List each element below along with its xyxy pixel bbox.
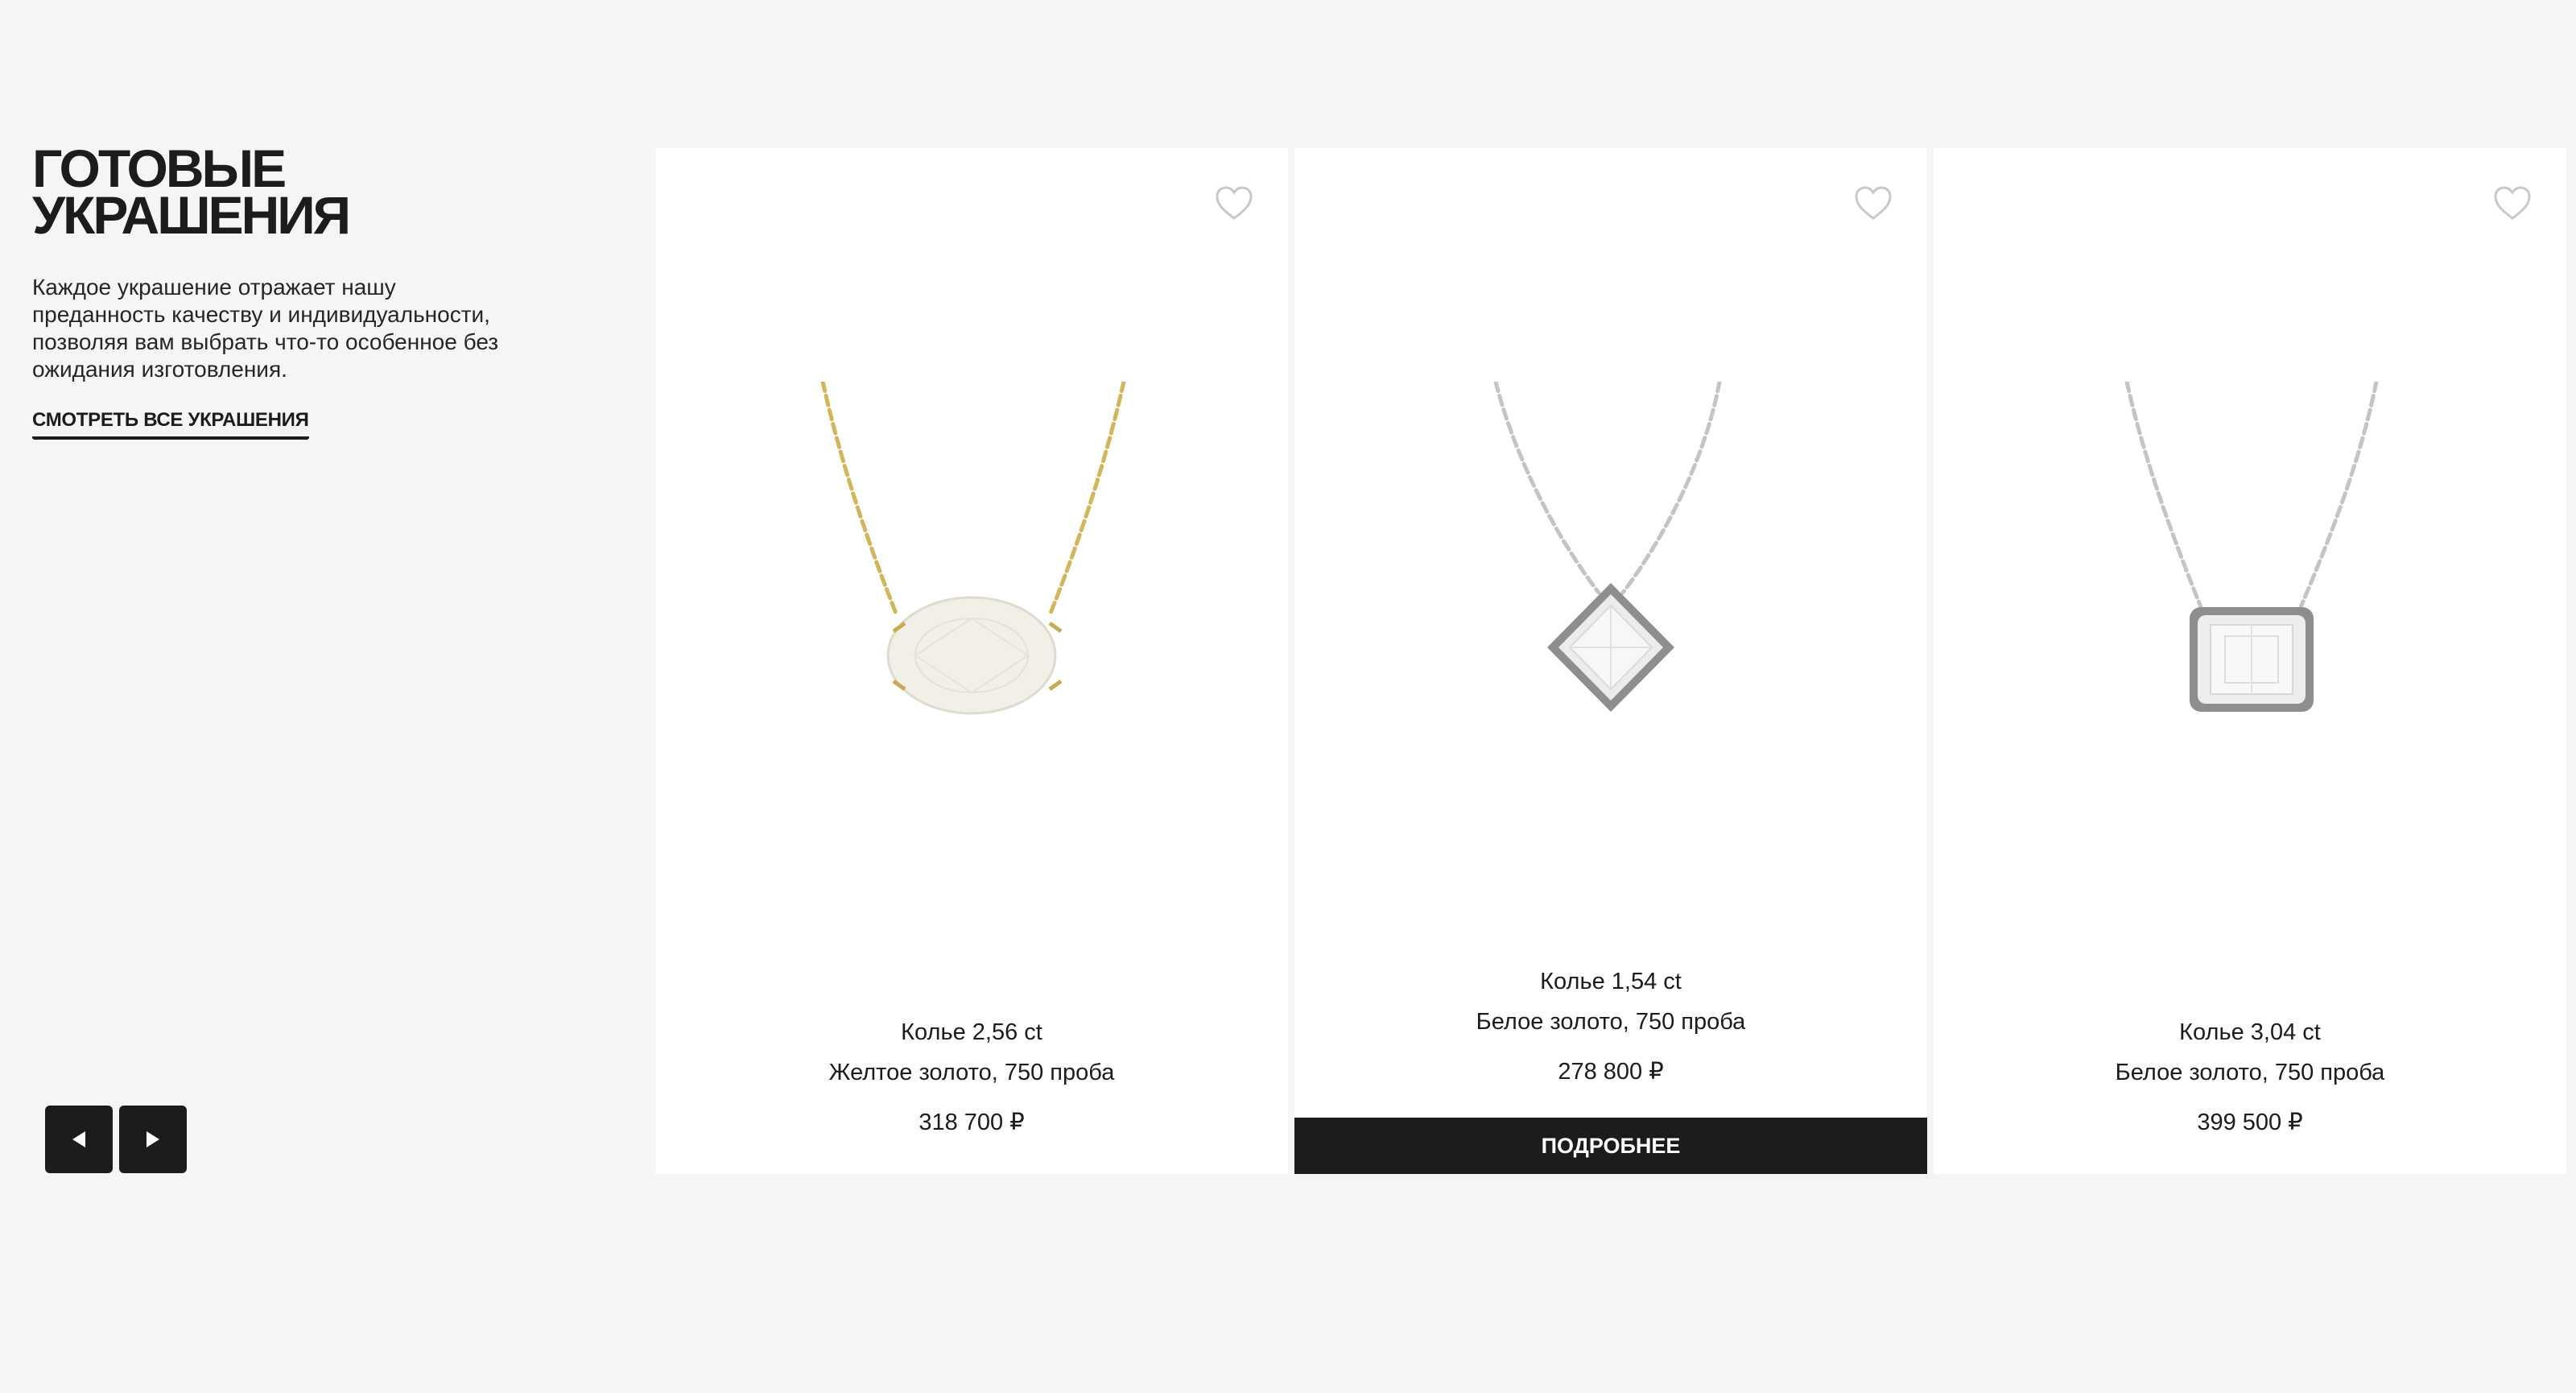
product-name: Колье 2,56 ct [901,1019,1042,1045]
product-metal: Желтое золото, 750 проба [828,1060,1115,1085]
product-info: Колье 2,56 ct Желтое золото, 750 проба 3… [655,1018,1288,1137]
view-all-link[interactable]: СМОТРЕТЬ ВСЕ УКРАШЕНИЯ [32,409,309,440]
details-button[interactable]: ПОДРОБНЕЕ [1294,1118,1927,1174]
product-metal: Белое золото, 750 проба [2115,1060,2385,1085]
product-card[interactable]: Колье 1,54 ct Белое золото, 750 проба 27… [1294,148,1927,1174]
product-info: Колье 1,54 ct Белое золото, 750 проба 27… [1294,967,1927,1086]
section-description: Каждое украшение отражает нашу преданнос… [32,275,499,382]
section-title-line2: УКРАШЕНИЯ [32,185,351,245]
triangle-right-icon [147,1131,159,1147]
product-card[interactable]: Колье 3,04 ct Белое золото, 750 проба 39… [1934,148,2566,1174]
section-title: ГОТОВЫЕ УКРАШЕНИЯ [32,142,515,242]
product-name: Колье 3,04 ct [2179,1019,2321,1045]
product-image[interactable] [1934,382,2566,881]
heart-outline-icon[interactable] [1853,184,1893,224]
product-price: 318 700 ₽ [919,1110,1025,1135]
product-name: Колье 1,54 ct [1540,969,1682,994]
product-info: Колье 3,04 ct Белое золото, 750 проба 39… [1934,1018,2566,1137]
carousel-controls [45,1106,187,1173]
product-image[interactable] [1294,382,1927,881]
product-image[interactable] [655,382,1288,881]
heart-outline-icon[interactable] [1214,184,1254,224]
carousel-prev-button[interactable] [45,1106,113,1173]
heart-outline-icon[interactable] [2492,184,2533,224]
product-price: 399 500 ₽ [2197,1110,2303,1135]
triangle-left-icon [72,1131,85,1147]
carousel-next-button[interactable] [119,1106,187,1173]
product-card[interactable]: Колье 2,56 ct Желтое золото, 750 проба 3… [655,148,1288,1174]
product-metal: Белое золото, 750 проба [1476,1009,1746,1035]
section-intro: ГОТОВЫЕ УКРАШЕНИЯ Каждое украшение отраж… [32,142,515,440]
product-price: 278 800 ₽ [1558,1059,1664,1085]
